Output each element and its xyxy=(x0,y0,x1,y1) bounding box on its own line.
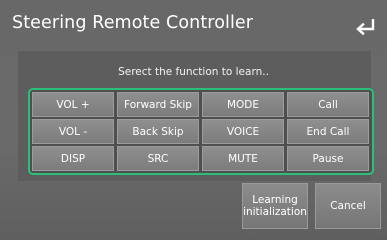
learning-button-line1: Learning xyxy=(252,194,298,206)
function-grid: VOL + Forward Skip MODE Call VOL - Back … xyxy=(32,92,370,171)
function-voice-button[interactable]: VOICE xyxy=(202,119,284,144)
function-mode-button[interactable]: MODE xyxy=(202,92,284,117)
learning-initialization-button[interactable]: Learning initialization xyxy=(242,183,308,229)
function-forward-skip-button[interactable]: Forward Skip xyxy=(117,92,199,117)
back-button[interactable] xyxy=(354,16,376,38)
function-src-button[interactable]: SRC xyxy=(117,146,199,171)
function-pause-button[interactable]: Pause xyxy=(287,146,369,171)
function-mute-button[interactable]: MUTE xyxy=(202,146,284,171)
function-call-button[interactable]: Call xyxy=(287,92,369,117)
function-disp-button[interactable]: DISP xyxy=(32,146,114,171)
function-vol-down-button[interactable]: VOL - xyxy=(32,119,114,144)
page-title: Steering Remote Controller xyxy=(12,13,254,33)
function-end-call-button[interactable]: End Call xyxy=(287,119,369,144)
function-back-skip-button[interactable]: Back Skip xyxy=(117,119,199,144)
back-arrow-icon xyxy=(356,19,375,36)
learning-button-line2: initialization xyxy=(243,206,307,218)
cancel-button[interactable]: Cancel xyxy=(315,183,381,229)
function-vol-up-button[interactable]: VOL + xyxy=(32,92,114,117)
instruction-text: Serect the function to learn.. xyxy=(118,66,269,78)
